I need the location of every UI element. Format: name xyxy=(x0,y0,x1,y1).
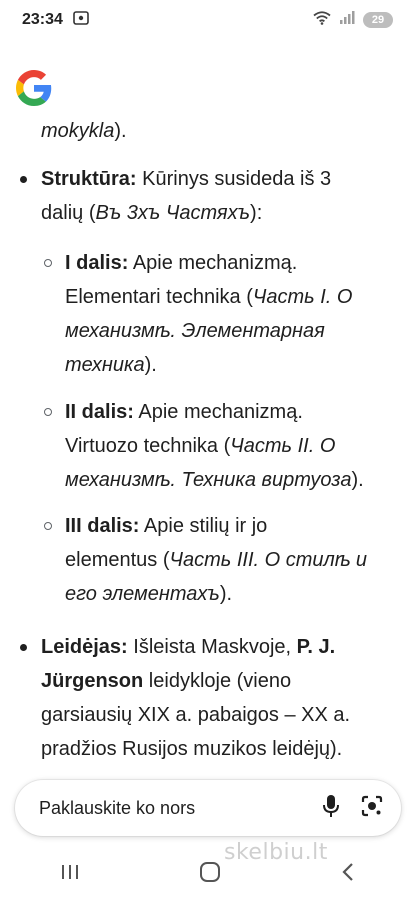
part3-line-1: III dalis: Apie stilių ir jo xyxy=(65,515,268,537)
status-time: 23:34 xyxy=(22,11,63,28)
bullet-dot xyxy=(20,176,27,183)
part1-line-2: Elementari technika (Часть I. О xyxy=(65,286,353,308)
battery-icon: 29 xyxy=(363,12,393,28)
microphone-icon[interactable] xyxy=(323,794,339,823)
publisher-line-1: Leidėjas: Išleista Maskvoje, P. J. xyxy=(41,636,336,658)
recent-apps-icon[interactable] xyxy=(60,863,80,886)
part3-line-2: elementus (Часть III. О стилѣ и xyxy=(65,549,368,571)
part1-line-4: техника). xyxy=(65,354,157,376)
part1-line-1: I dalis: Apie mechanizmą. xyxy=(65,252,298,274)
part1-line-3: механизмѣ. Элементарная xyxy=(65,320,325,342)
part2-line-3: механизмѣ. Техника виртуоза). xyxy=(65,469,364,491)
ask-input-placeholder[interactable]: Paklauskite ko nors xyxy=(39,798,323,819)
system-nav-bar xyxy=(0,848,415,900)
part2-line-2: Virtuozo technika (Часть II. О xyxy=(65,435,336,457)
structure-line-1: Struktūra: Kūrinys susideda iš 3 xyxy=(41,168,332,190)
bullet-dot xyxy=(20,644,27,651)
intro-tail-line: mokykla). xyxy=(41,120,127,142)
publisher-line-2: Jürgenson leidykloje (vieno xyxy=(41,670,292,692)
sub-bullet-circle xyxy=(44,259,52,267)
ask-input-bar[interactable]: Paklauskite ko nors xyxy=(15,780,401,836)
signal-icon xyxy=(339,10,355,30)
sub-bullet-circle xyxy=(44,408,52,416)
sub-bullet-circle xyxy=(44,522,52,530)
structure-line-2: dalių (Въ 3хъ Частяхъ): xyxy=(41,202,263,224)
status-bar: 23:34 29 xyxy=(0,0,415,40)
screenshot-icon xyxy=(73,10,89,30)
google-logo-icon xyxy=(16,70,52,106)
lens-camera-icon[interactable] xyxy=(361,795,383,822)
wifi-icon xyxy=(313,10,331,30)
publisher-line-3: garsiausių XIX a. pabaigos – XX a. xyxy=(41,704,351,726)
home-icon[interactable] xyxy=(199,861,221,888)
part2-line-1: II dalis: Apie mechanizmą. xyxy=(65,401,303,423)
publisher-line-4: pradžios Rusijos muzikos leidėjų). xyxy=(41,738,343,760)
back-icon[interactable] xyxy=(341,862,355,887)
part3-line-3: его элементахъ). xyxy=(65,583,233,605)
